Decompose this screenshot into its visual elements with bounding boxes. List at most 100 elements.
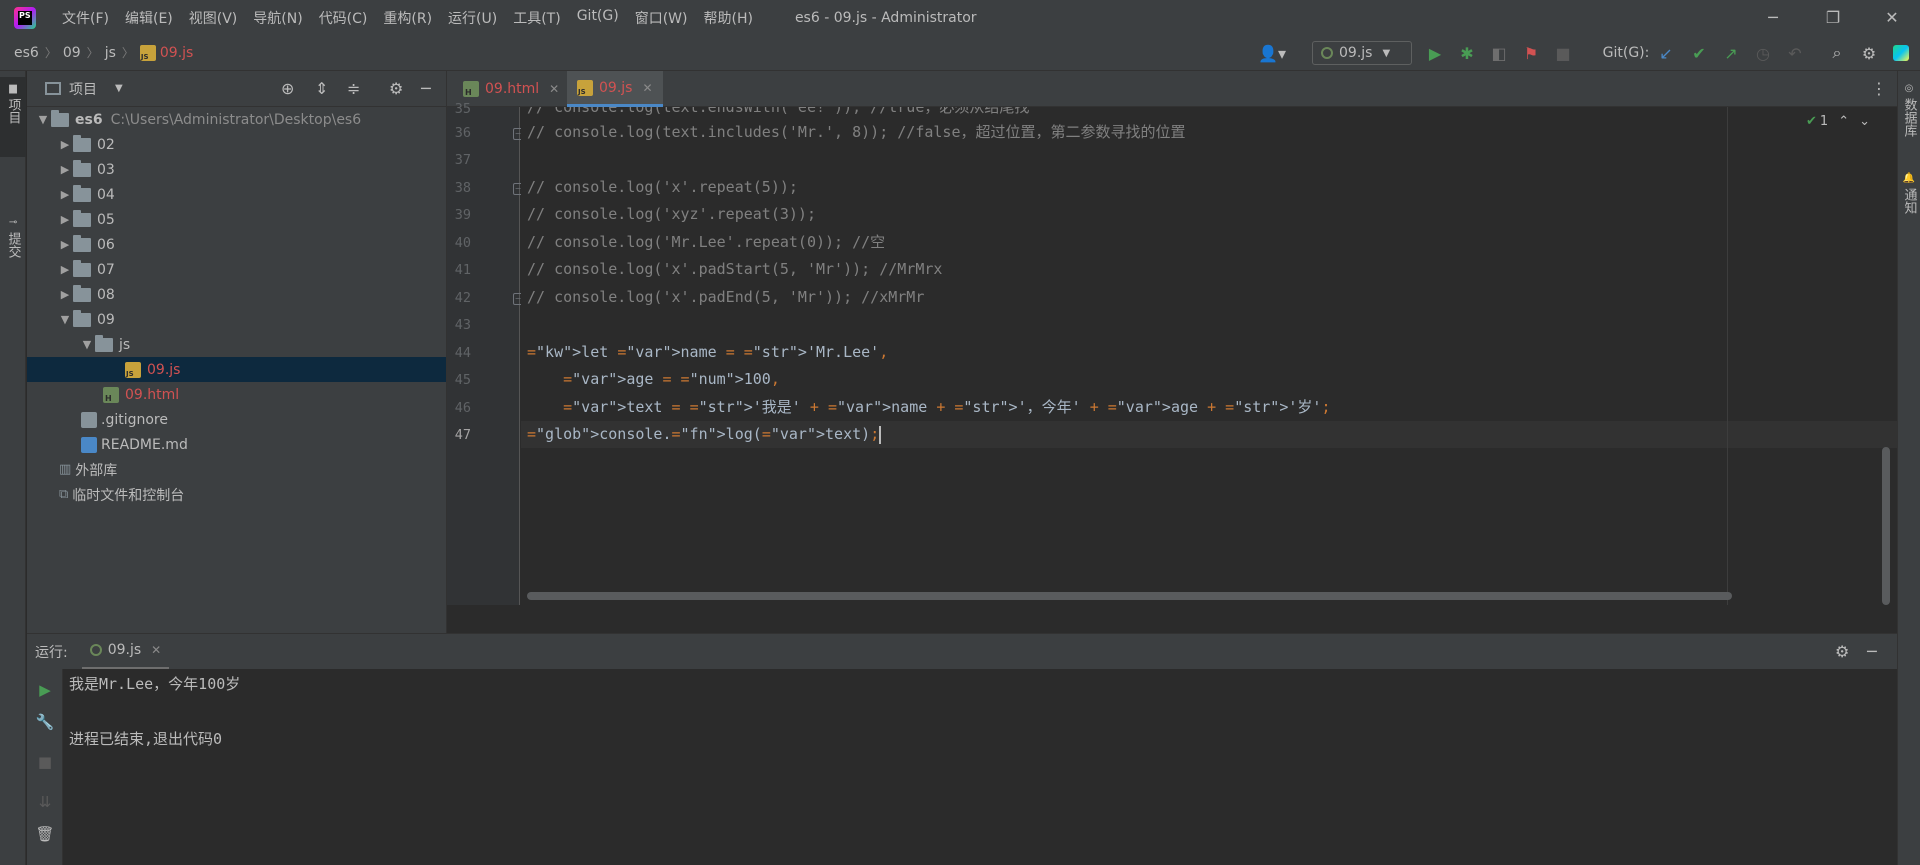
- editor-gutter: 35 36 37 38 39 40 41 42 43 44 45 46 47 −…: [447, 101, 523, 605]
- chevron-down-icon[interactable]: ⌄: [1859, 114, 1870, 129]
- code-editor[interactable]: // console.log(text.endsWith('ee!')); //…: [521, 107, 1897, 605]
- menu-navigate[interactable]: 导航(N): [245, 8, 310, 28]
- tree-item-file-gitignore[interactable]: .gitignore: [27, 407, 446, 432]
- trash-icon[interactable]: 🗑: [27, 819, 63, 849]
- menu-window[interactable]: 窗口(W): [627, 8, 696, 28]
- tree-item-es6[interactable]: ▼ es6 C:\Users\Administrator\Desktop\es6: [27, 107, 446, 132]
- tree-item-folder-03[interactable]: ▶ 03: [27, 157, 446, 182]
- expand-all-icon[interactable]: ⇕: [315, 79, 328, 98]
- gear-icon[interactable]: ⚙: [1835, 642, 1849, 661]
- breadcrumb-item-09[interactable]: 09: [63, 45, 81, 61]
- folder-icon: [73, 209, 91, 227]
- search-icon[interactable]: ⌕: [1826, 35, 1848, 71]
- close-icon[interactable]: ✕: [549, 82, 559, 96]
- chevron-up-icon[interactable]: ⌃: [1838, 114, 1849, 129]
- chevron-down-icon[interactable]: ▼: [115, 83, 123, 94]
- tree-item-file-09js[interactable]: 09.js: [27, 357, 446, 382]
- chevron-right-icon[interactable]: ▶: [57, 288, 73, 301]
- hide-panel-icon[interactable]: ─: [421, 79, 431, 98]
- tree-item-external-libraries[interactable]: ▥ 外部库: [27, 457, 446, 482]
- jetbrains-icon[interactable]: [1890, 35, 1912, 71]
- chevron-right-icon[interactable]: ▶: [57, 238, 73, 251]
- menu-git[interactable]: Git(G): [569, 8, 627, 28]
- git-commit-icon[interactable]: ✔: [1688, 35, 1710, 71]
- tree-item-folder-07[interactable]: ▶ 07: [27, 257, 446, 282]
- menu-run[interactable]: 运行(U): [440, 8, 505, 28]
- tab-09js[interactable]: 09.js ✕: [567, 71, 663, 107]
- chevron-right-icon[interactable]: ▶: [57, 213, 73, 226]
- more-options-icon[interactable]: ⋮: [1871, 79, 1887, 98]
- menu-file[interactable]: 文件(F): [54, 8, 117, 28]
- breadcrumb-item-09js[interactable]: 09.js: [160, 45, 193, 61]
- menu-view[interactable]: 视图(V): [181, 8, 246, 28]
- menu-edit[interactable]: 编辑(E): [117, 8, 181, 28]
- tool-tab-project[interactable]: ▆ 项目: [0, 77, 26, 157]
- project-panel-title[interactable]: 项目: [69, 79, 97, 99]
- rollback-icon[interactable]: ↶: [1784, 35, 1806, 71]
- stop-icon[interactable]: ■: [27, 747, 63, 777]
- chevron-right-icon[interactable]: ▶: [57, 188, 73, 201]
- breadcrumb-item-es6[interactable]: es6: [14, 45, 39, 61]
- git-push-icon[interactable]: ↗: [1720, 35, 1742, 71]
- chevron-right-icon[interactable]: ▶: [57, 138, 73, 151]
- run-configuration-select[interactable]: 09.js ▼: [1312, 41, 1412, 65]
- gear-icon[interactable]: ⚙: [389, 79, 403, 98]
- scroll-to-end-icon[interactable]: ⇊: [27, 787, 63, 817]
- chevron-down-icon[interactable]: ▼: [57, 313, 73, 326]
- hide-panel-icon[interactable]: ─: [1867, 642, 1877, 661]
- collapse-all-icon[interactable]: ≑: [347, 79, 360, 98]
- vertical-scrollbar[interactable]: [1882, 447, 1890, 605]
- tree-item-folder-06[interactable]: ▶ 06: [27, 232, 446, 257]
- tree-item-file-09html[interactable]: 09.html: [27, 382, 446, 407]
- chevron-down-icon[interactable]: ▼: [35, 113, 51, 126]
- profile-icon[interactable]: ⚑: [1520, 35, 1542, 71]
- menu-tools[interactable]: 工具(T): [505, 8, 568, 28]
- user-icon[interactable]: 👤▾: [1254, 35, 1290, 71]
- tree-item-folder-04[interactable]: ▶ 04: [27, 182, 446, 207]
- inspection-widget[interactable]: ✔ 1 ⌃ ⌄: [1806, 114, 1870, 129]
- horizontal-scrollbar[interactable]: [527, 592, 1732, 600]
- menu-code[interactable]: 代码(C): [311, 8, 376, 28]
- tool-tab-database[interactable]: ◎ 数据库: [1898, 77, 1920, 167]
- tree-item-label: 05: [97, 211, 115, 228]
- menu-help[interactable]: 帮助(H): [695, 8, 760, 28]
- close-window-button[interactable]: ✕: [1864, 0, 1920, 35]
- tree-item-folder-js[interactable]: ▼ js: [27, 332, 446, 357]
- tree-item-label: 09.js: [147, 361, 181, 378]
- settings-icon[interactable]: ⚙: [1858, 35, 1880, 71]
- code-text: ="var">text = ="str">'我是' + ="var">name …: [563, 398, 1331, 416]
- tool-tab-commit[interactable]: ⊸ 提交: [0, 211, 26, 281]
- run-icon[interactable]: ▶: [1424, 35, 1446, 71]
- chevron-down-icon[interactable]: ▼: [79, 338, 95, 351]
- tree-item-folder-09[interactable]: ▼ 09: [27, 307, 446, 332]
- git-update-icon[interactable]: ↙: [1655, 35, 1677, 71]
- restore-button[interactable]: ❐: [1805, 0, 1861, 35]
- code-line: // console.log(text.includes('Mr.', 8));…: [527, 119, 1185, 146]
- chevron-right-icon[interactable]: ▶: [57, 263, 73, 276]
- close-icon[interactable]: ✕: [151, 643, 161, 657]
- rerun-icon[interactable]: ▶: [27, 675, 63, 705]
- history-icon[interactable]: ◷: [1752, 35, 1774, 71]
- code-line: ="kw">let ="var">name = ="str">'Mr.Lee',: [527, 339, 888, 366]
- tree-item-scratches[interactable]: ⧉ 临时文件和控制台: [27, 482, 446, 507]
- breadcrumb-item-js[interactable]: js: [105, 45, 116, 61]
- wrench-icon[interactable]: 🔧: [27, 707, 63, 737]
- tree-item-folder-08[interactable]: ▶ 08: [27, 282, 446, 307]
- menu-refactor[interactable]: 重构(R): [375, 8, 440, 28]
- close-icon[interactable]: ✕: [642, 81, 652, 95]
- minimize-button[interactable]: ─: [1745, 0, 1801, 35]
- tree-item-folder-02[interactable]: ▶ 02: [27, 132, 446, 157]
- locate-file-icon[interactable]: ⊕: [281, 79, 294, 98]
- code-text: ="kw">let ="var">name = ="str">'Mr.Lee',: [527, 343, 889, 361]
- coverage-icon[interactable]: ◧: [1488, 35, 1510, 71]
- chevron-right-icon[interactable]: ▶: [57, 163, 73, 176]
- stop-icon[interactable]: ■: [1552, 35, 1574, 71]
- tree-item-file-readme[interactable]: README.md: [27, 432, 446, 457]
- run-console-output[interactable]: 我是Mr.Lee，今年100岁 进程已结束,退出代码0: [63, 669, 1897, 865]
- tool-tab-database-label: 数据库: [1901, 98, 1917, 137]
- run-tab-09js[interactable]: 09.js ✕: [81, 634, 170, 670]
- tool-tab-notifications[interactable]: 🔔 通知: [1898, 167, 1920, 237]
- tree-item-folder-05[interactable]: ▶ 05: [27, 207, 446, 232]
- debug-icon[interactable]: ✱: [1456, 35, 1478, 71]
- title-bar: PS 文件(F) 编辑(E) 视图(V) 导航(N) 代码(C) 重构(R) 运…: [0, 0, 1920, 35]
